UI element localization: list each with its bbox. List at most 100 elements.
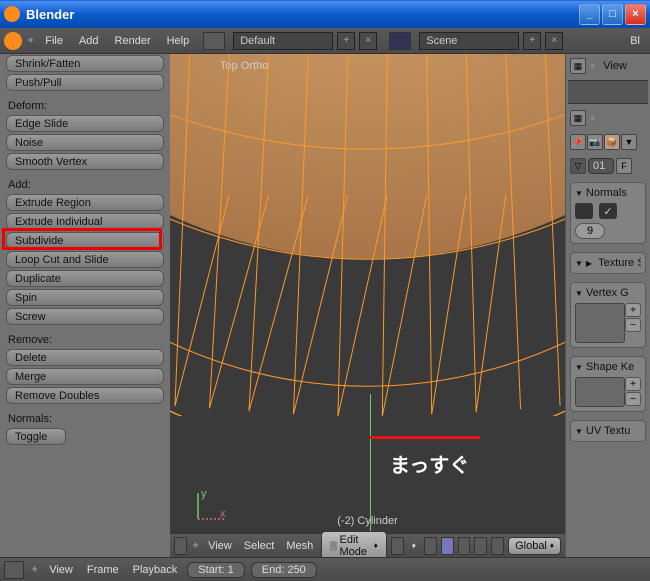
- viewport-3d[interactable]: Top Ortho (-2) Cylinder まっすぐ y x ✦ View …: [170, 54, 565, 557]
- vp-menu-view[interactable]: View: [204, 540, 236, 552]
- tool-noise[interactable]: Noise: [6, 134, 164, 151]
- tool-loop-cut[interactable]: Loop Cut and Slide: [6, 251, 164, 268]
- render-tab-icon[interactable]: 📷: [587, 134, 603, 150]
- layout-remove-button[interactable]: ×: [359, 32, 377, 50]
- outliner-menu-view[interactable]: View: [599, 58, 631, 74]
- tool-shrink-fatten[interactable]: Shrink/Fatten: [6, 55, 164, 72]
- end-frame-field[interactable]: End: 250: [251, 562, 317, 578]
- normals-panel: Normals ✓ 9: [570, 182, 646, 244]
- tool-extrude-region[interactable]: Extrude Region: [6, 194, 164, 211]
- normals-header: Normals:: [0, 409, 170, 427]
- tool-panel: Shrink/Fatten Push/Pull Deform: Edge Sli…: [0, 54, 170, 557]
- tool-remove-doubles[interactable]: Remove Doubles: [6, 387, 164, 404]
- texture-panel: ▶Texture S: [570, 252, 646, 274]
- annotation-redline: [370, 436, 480, 439]
- face-select-icon[interactable]: [474, 537, 487, 555]
- timeline-menu-playback[interactable]: Playback: [129, 564, 182, 576]
- tool-merge[interactable]: Merge: [6, 368, 164, 385]
- tool-screw[interactable]: Screw: [6, 308, 164, 325]
- vg-add-button[interactable]: +: [625, 303, 641, 317]
- vg-remove-button[interactable]: −: [625, 318, 641, 332]
- pin-icon[interactable]: 📌: [570, 134, 586, 150]
- menu-file[interactable]: File: [39, 33, 69, 49]
- tool-extrude-individual[interactable]: Extrude Individual: [6, 213, 164, 230]
- tool-smooth-vertex[interactable]: Smooth Vertex: [6, 153, 164, 170]
- scene-add-button[interactable]: +: [523, 32, 541, 50]
- normals-toggle[interactable]: Toggle: [6, 428, 66, 445]
- world-tab-icon[interactable]: ▼: [621, 134, 637, 150]
- layout-button[interactable]: [203, 32, 225, 50]
- viewport-orientation-label: Top Ortho: [220, 60, 268, 72]
- orientation-dropdown[interactable]: Global♦: [508, 537, 561, 555]
- scene-icon[interactable]: [389, 32, 411, 50]
- menu-add[interactable]: Add: [73, 33, 105, 49]
- outliner-type-icon[interactable]: ▦: [570, 58, 586, 74]
- normals-size-field[interactable]: 9: [575, 223, 605, 239]
- screen-layout-dropdown[interactable]: Default: [233, 32, 333, 50]
- fake-user-button[interactable]: F: [616, 158, 632, 174]
- blender-app-icon: [4, 6, 20, 22]
- normals-panel-header[interactable]: Normals: [575, 187, 641, 199]
- maximize-button[interactable]: □: [602, 4, 623, 25]
- axis-gizmo: y x: [190, 487, 230, 527]
- menu-separator: ✦: [26, 34, 35, 47]
- editor-type-icon[interactable]: [174, 537, 187, 555]
- window-title: Blender: [26, 7, 579, 22]
- shape-keys-list[interactable]: [575, 377, 625, 407]
- menu-help[interactable]: Help: [161, 33, 196, 49]
- texture-panel-header[interactable]: ▶Texture S: [575, 257, 641, 269]
- object-data-icon[interactable]: ▽: [570, 158, 586, 174]
- normals-checkbox-1[interactable]: [575, 203, 593, 219]
- shading-icon[interactable]: [391, 537, 404, 555]
- viewport-header: ✦ View Select Mesh Edit Mode♦ ♦ Global♦: [170, 533, 565, 557]
- tool-delete[interactable]: Delete: [6, 349, 164, 366]
- scene-remove-button[interactable]: ×: [545, 32, 563, 50]
- limit-selection-icon[interactable]: [491, 537, 504, 555]
- props-type-icon[interactable]: ▦: [570, 110, 586, 126]
- tool-duplicate[interactable]: Duplicate: [6, 270, 164, 287]
- vertex-groups-panel: Vertex G + −: [570, 282, 646, 348]
- svg-text:x: x: [220, 508, 226, 520]
- pivot-icon[interactable]: [424, 537, 437, 555]
- tool-edge-slide[interactable]: Edge Slide: [6, 115, 164, 132]
- vp-menu-mesh[interactable]: Mesh: [282, 540, 317, 552]
- vertex-select-icon[interactable]: [441, 537, 454, 555]
- tool-spin[interactable]: Spin: [6, 289, 164, 306]
- axis-y: [370, 394, 371, 534]
- svg-text:y: y: [201, 488, 207, 500]
- tool-push-pull[interactable]: Push/Pull: [6, 74, 164, 91]
- timeline-menu-frame[interactable]: Frame: [83, 564, 123, 576]
- layout-add-button[interactable]: +: [337, 32, 355, 50]
- sk-remove-button[interactable]: −: [625, 392, 641, 406]
- annotation-text: まっすぐ: [390, 449, 469, 478]
- uv-texture-header[interactable]: UV Textu: [575, 425, 641, 437]
- deform-header: Deform:: [0, 96, 170, 114]
- viewport-object-label: (-2) Cylinder: [337, 515, 398, 527]
- properties-panel: ▦ ✦ View ▦ ✦ 📌 📷 📦 ▼ ▽ 01 F Normals ✓ 9: [565, 54, 650, 557]
- menu-render[interactable]: Render: [109, 33, 157, 49]
- add-header: Add:: [0, 175, 170, 193]
- vertex-groups-header[interactable]: Vertex G: [575, 287, 641, 299]
- normals-checkbox-2[interactable]: ✓: [599, 203, 617, 219]
- timeline-menu-view[interactable]: View: [45, 564, 77, 576]
- tool-subdivide[interactable]: Subdivide: [6, 232, 164, 249]
- timeline-type-icon[interactable]: [4, 561, 24, 579]
- mesh-preview: [170, 54, 565, 416]
- vp-menu-select[interactable]: Select: [240, 540, 279, 552]
- remove-header: Remove:: [0, 330, 170, 348]
- sk-add-button[interactable]: +: [625, 377, 641, 391]
- vertex-groups-list[interactable]: [575, 303, 625, 343]
- start-frame-field[interactable]: Start: 1: [187, 562, 244, 578]
- datablock-field[interactable]: 01: [588, 158, 614, 174]
- right-label: Bl: [624, 33, 646, 49]
- scene-tab-icon[interactable]: 📦: [604, 134, 620, 150]
- blender-logo-icon[interactable]: [4, 32, 22, 50]
- scene-dropdown[interactable]: Scene: [419, 32, 519, 50]
- uv-texture-panel: UV Textu: [570, 420, 646, 442]
- shape-keys-header[interactable]: Shape Ke: [575, 361, 641, 373]
- timeline-header: ✦ View Frame Playback Start: 1 End: 250: [0, 557, 650, 581]
- edge-select-icon[interactable]: [458, 537, 471, 555]
- mode-dropdown[interactable]: Edit Mode♦: [321, 531, 387, 558]
- close-button[interactable]: ×: [625, 4, 646, 25]
- minimize-button[interactable]: _: [579, 4, 600, 25]
